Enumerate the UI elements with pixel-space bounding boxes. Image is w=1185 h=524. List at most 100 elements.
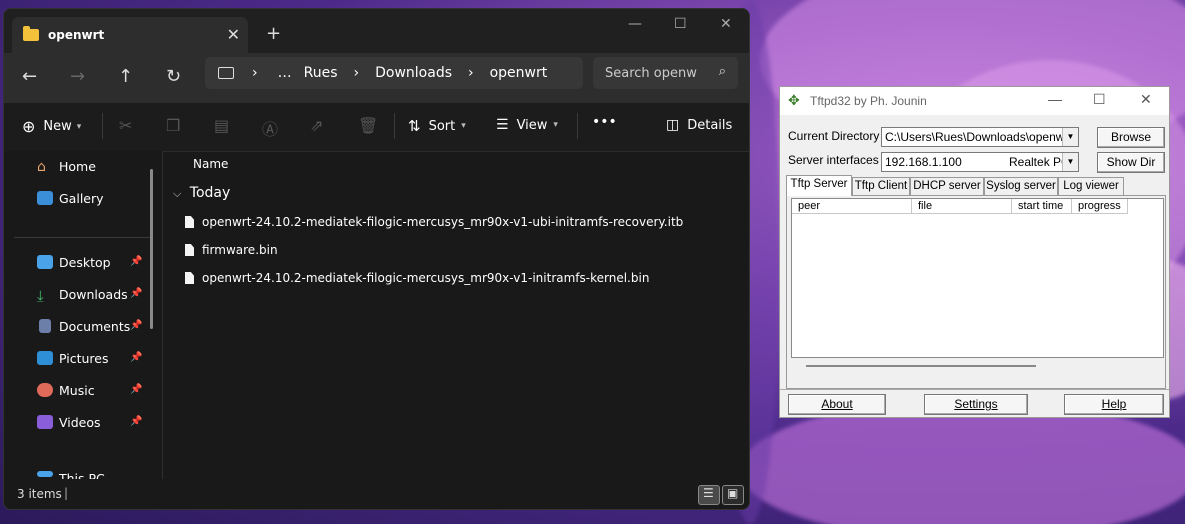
pin-icon[interactable]: 📌 xyxy=(130,256,142,267)
sidebar-item-downloads[interactable]: ⤓ Downloads xyxy=(37,284,128,306)
tab-openwrt[interactable]: openwrt ✕ xyxy=(12,17,248,53)
pin-icon[interactable]: 📌 xyxy=(130,416,142,427)
maximize-button[interactable]: ☐ xyxy=(674,16,687,32)
pin-icon[interactable]: 📌 xyxy=(130,352,142,363)
sidebar-item-pictures[interactable]: Pictures xyxy=(37,348,109,368)
settings-label: Settings xyxy=(954,397,998,411)
file-icon xyxy=(185,216,194,228)
tab-title: openwrt xyxy=(48,28,105,42)
column-header-file[interactable]: file xyxy=(912,199,1012,214)
address-bar[interactable]: › … Rues › Downloads › openwrt xyxy=(205,57,583,89)
current-directory-combo[interactable]: C:\Users\Rues\Downloads\openwrt ▼ xyxy=(881,127,1079,147)
tab-dhcp-server[interactable]: DHCP server xyxy=(910,177,984,195)
copy-icon[interactable]: ❐ xyxy=(166,116,180,135)
tftpd32-titlebar: ✥ Tftpd32 by Ph. Jounin — ☐ ✕ xyxy=(780,87,1169,115)
file-icon xyxy=(185,244,194,256)
sidebar-item-label: Documents xyxy=(59,318,131,334)
column-header-progress[interactable]: progress xyxy=(1072,199,1128,214)
maximize-button[interactable]: ☐ xyxy=(1093,91,1106,108)
tiles-view-button[interactable]: ▣ xyxy=(722,485,744,505)
tab-tftp-client[interactable]: Tftp Client xyxy=(852,177,910,195)
view-button[interactable]: ☰ View ▾ xyxy=(496,117,558,133)
tab-log-viewer[interactable]: Log viewer xyxy=(1058,177,1124,195)
videos-icon xyxy=(37,415,53,429)
server-adapter: Realtek PC xyxy=(1009,155,1070,169)
downloads-icon: ⤓ xyxy=(37,287,44,305)
about-label: About xyxy=(821,397,853,411)
sort-button[interactable]: ⇅ Sort ▾ xyxy=(408,117,466,135)
pin-icon[interactable]: 📌 xyxy=(130,288,142,299)
breadcrumb-downloads[interactable]: Downloads xyxy=(375,65,452,81)
sidebar-item-music[interactable]: Music xyxy=(37,380,95,400)
status-divider: | xyxy=(64,486,69,500)
minimize-button[interactable]: — xyxy=(1048,91,1062,107)
pin-icon[interactable]: 📌 xyxy=(130,384,142,395)
folder-icon xyxy=(23,26,39,41)
sidebar-item-label: Home xyxy=(59,158,96,174)
chevron-down-icon: ▾ xyxy=(461,121,466,131)
forward-button[interactable]: → xyxy=(70,66,85,87)
up-button[interactable]: ↑ xyxy=(118,66,133,87)
server-interfaces-combo[interactable]: 192.168.1.100 Realtek PC ▼ xyxy=(881,152,1079,172)
sidebar-item-documents[interactable]: Documents xyxy=(37,316,130,336)
show-dir-button[interactable]: Show Dir xyxy=(1097,152,1165,173)
list-item[interactable]: firmware.bin xyxy=(185,243,278,257)
tab-syslog-server[interactable]: Syslog server xyxy=(984,177,1058,195)
rename-icon[interactable]: Ⓐ xyxy=(262,116,278,140)
transfer-list[interactable]: peer file start time progress xyxy=(791,198,1164,367)
sidebar-item-videos[interactable]: Videos xyxy=(37,412,101,432)
details-button[interactable]: ◫ Details xyxy=(666,117,732,133)
search-input[interactable]: Search openw ⌕ xyxy=(593,57,738,89)
details-view-button[interactable]: ☰ xyxy=(698,485,720,505)
sort-label: Sort xyxy=(428,118,456,134)
pin-icon[interactable]: 📌 xyxy=(130,320,142,331)
list-item[interactable]: openwrt-24.10.2-mediatek-filogic-mercusy… xyxy=(185,215,683,229)
server-interfaces-label: Server interfaces xyxy=(788,153,879,167)
command-bar: ⊕ New ▾ ✂ ❐ ▤ Ⓐ ⇗ 🗑 ⇅ Sort ▾ ☰ View ▾ ••… xyxy=(4,103,749,152)
share-icon[interactable]: ⇗ xyxy=(310,116,323,135)
chevron-down-icon: ▾ xyxy=(553,120,558,130)
column-header-peer[interactable]: peer xyxy=(792,199,912,214)
toolbar-divider xyxy=(102,113,103,139)
gallery-icon xyxy=(37,191,53,205)
breadcrumb-sep: › xyxy=(252,65,258,81)
details-label: Details xyxy=(687,117,733,133)
group-header-today[interactable]: ⌵ Today xyxy=(173,185,230,201)
delete-icon[interactable]: 🗑 xyxy=(358,116,378,135)
dropdown-arrow-icon[interactable]: ▼ xyxy=(1062,128,1078,146)
navigation-bar: ← → ↑ ↻ › … Rues › Downloads › openwrt S… xyxy=(4,53,749,103)
sidebar-item-label: Gallery xyxy=(59,190,104,206)
tab-tftp-server[interactable]: Tftp Server xyxy=(786,175,852,196)
browse-button[interactable]: Browse xyxy=(1097,127,1165,148)
breadcrumb-openwrt[interactable]: openwrt xyxy=(490,65,548,81)
list-item[interactable]: openwrt-24.10.2-mediatek-filogic-mercusy… xyxy=(185,271,649,285)
minimize-button[interactable]: — xyxy=(628,16,642,32)
breadcrumb-rues[interactable]: Rues xyxy=(304,65,338,81)
column-header-name[interactable]: Name xyxy=(193,157,228,171)
settings-button[interactable]: Settings xyxy=(924,394,1028,415)
breadcrumb-overflow[interactable]: … xyxy=(278,65,292,81)
sidebar-item-desktop[interactable]: Desktop xyxy=(37,252,111,272)
tab-close-icon[interactable]: ✕ xyxy=(227,25,240,44)
column-header-start-time[interactable]: start time xyxy=(1012,199,1072,214)
close-button[interactable]: ✕ xyxy=(1140,91,1152,108)
about-button[interactable]: About xyxy=(788,394,886,415)
file-name: firmware.bin xyxy=(202,243,278,257)
close-button[interactable]: ✕ xyxy=(720,16,732,32)
sidebar-scrollbar[interactable] xyxy=(150,169,153,329)
help-button[interactable]: Help xyxy=(1064,394,1164,415)
chevron-down-icon: ▾ xyxy=(76,121,82,132)
sidebar-item-label: Music xyxy=(59,382,95,398)
sidebar-item-home[interactable]: ⌂ Home xyxy=(37,156,96,176)
file-name: openwrt-24.10.2-mediatek-filogic-mercusy… xyxy=(202,215,684,229)
new-button[interactable]: ⊕ New ▾ xyxy=(22,117,81,136)
new-tab-button[interactable]: + xyxy=(266,23,281,44)
more-options-button[interactable]: ••• xyxy=(592,114,617,130)
cut-icon[interactable]: ✂ xyxy=(119,116,132,135)
paste-icon[interactable]: ▤ xyxy=(214,116,229,135)
dropdown-arrow-icon[interactable]: ▼ xyxy=(1062,153,1078,171)
horizontal-scrollbar[interactable] xyxy=(806,365,1036,367)
back-button[interactable]: ← xyxy=(22,66,37,87)
refresh-button[interactable]: ↻ xyxy=(166,66,181,87)
sidebar-item-gallery[interactable]: Gallery xyxy=(37,188,104,208)
